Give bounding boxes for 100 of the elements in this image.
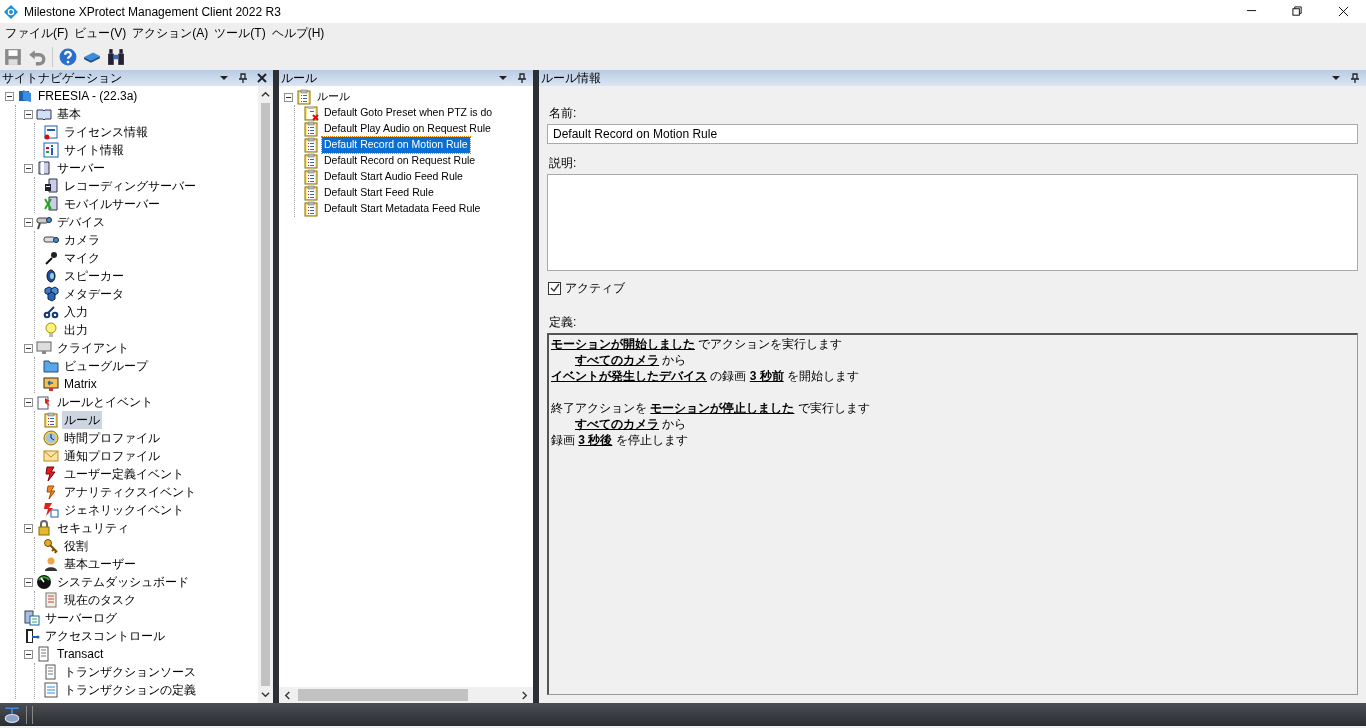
camera-icon (36, 214, 52, 230)
tree-item[interactable]: マイク (62, 249, 102, 267)
pane-title: ルール情報 (541, 70, 602, 87)
horizontal-scrollbar[interactable] (279, 687, 533, 703)
expander-toggle[interactable] (24, 163, 33, 173)
tree-item[interactable]: 入力 (62, 303, 90, 321)
keys-icon (43, 538, 59, 554)
lightning-icon (43, 502, 59, 518)
field-label: 名前: (549, 105, 578, 122)
tree-item[interactable]: ルール (315, 89, 352, 105)
scroll-right-icon[interactable] (520, 690, 529, 700)
tree-item[interactable]: 基本ユーザー (62, 555, 138, 573)
tree-item[interactable]: ライセンス情報 (62, 123, 150, 141)
menu-item[interactable]: ヘルプ(H) (268, 24, 328, 42)
expander-toggle[interactable] (24, 217, 33, 227)
tree-item[interactable]: デバイス (55, 213, 107, 231)
tree-item[interactable]: ユーザー定義イベント (62, 465, 186, 483)
tree-item[interactable]: Transact (55, 645, 106, 663)
pin-icon (517, 73, 527, 83)
restore-icon (1291, 6, 1303, 17)
expander-toggle[interactable] (284, 92, 293, 102)
field-label: 説明: (549, 155, 578, 172)
tree-item[interactable]: Default Record on Motion Rule (322, 137, 470, 153)
close-button[interactable] (254, 71, 270, 85)
expander-toggle[interactable] (24, 109, 33, 119)
help-button[interactable] (59, 47, 77, 66)
tree-item[interactable]: アクセスコントロール (43, 627, 167, 645)
tree-item[interactable]: 基本 (55, 105, 83, 123)
form-icon (43, 124, 59, 140)
tree-item[interactable]: ジェネリックイベント (62, 501, 186, 519)
tree-item[interactable]: ビューグループ (62, 357, 150, 375)
tree-item[interactable]: Default Start Audio Feed Rule (322, 169, 465, 185)
folder-icon (43, 358, 59, 374)
window-title: Milestone XProtect Management Client 2022 R3 (24, 3, 281, 21)
close-icon (1337, 6, 1349, 17)
tree-item[interactable]: 役割 (62, 537, 90, 555)
menu-item[interactable]: ビュー(V) (71, 24, 130, 42)
cubes-icon (43, 286, 59, 302)
tree-item[interactable]: スピーカー (62, 267, 126, 285)
dropdown-icon (1331, 73, 1341, 83)
tree-item[interactable]: トランザクションソース (62, 663, 198, 681)
menu-item[interactable]: ツール(T) (211, 24, 269, 42)
tree-item[interactable]: Matrix (62, 375, 99, 393)
server-icon (36, 160, 52, 176)
tree-item[interactable]: Default Play Audio on Request Rule (322, 121, 493, 137)
tree-item[interactable]: Default Goto Preset when PTZ is do (322, 105, 495, 121)
light-bulb-icon (43, 322, 59, 338)
tree-item[interactable]: モバイルサーバー (62, 195, 162, 213)
clock-icon (43, 430, 59, 446)
receipt-icon (36, 646, 52, 662)
speaker-icon (43, 268, 59, 284)
tree-item[interactable]: サーバー (55, 159, 107, 177)
lightning-icon (43, 466, 59, 482)
server-icon (43, 178, 59, 194)
tree-item[interactable]: 通知プロファイル (62, 447, 162, 465)
tree-item[interactable]: ルールとイベント (55, 393, 155, 411)
expander-toggle[interactable] (5, 91, 14, 101)
tree-item[interactable]: クライアント (55, 339, 131, 357)
vertical-scrollbar[interactable] (258, 86, 273, 703)
tree-item[interactable]: 出力 (62, 321, 90, 339)
monitor-icon (43, 376, 59, 392)
pane-title: ルール (281, 70, 318, 87)
tree-item[interactable]: サイト情報 (62, 141, 126, 159)
tree-item[interactable]: Default Start Metadata Feed Rule (322, 201, 483, 217)
tree-item[interactable]: システムダッシュボード (55, 573, 191, 591)
monitor-icon (36, 340, 52, 356)
binoculars-button[interactable] (107, 47, 125, 66)
tree-item[interactable]: ルール (62, 411, 102, 429)
expander-toggle[interactable] (24, 649, 33, 659)
tree-item[interactable]: サーバーログ (43, 609, 119, 627)
tree-item[interactable]: FREESIA - (22.3a) (36, 87, 140, 105)
menu-item[interactable]: アクション(A) (129, 24, 212, 42)
expander-toggle[interactable] (24, 397, 33, 407)
field-label: 定義: (549, 314, 578, 331)
tree-item[interactable]: レコーディングサーバー (62, 177, 198, 195)
scroll-left-icon[interactable] (283, 690, 292, 700)
definition-line: すべてのカメラ から (574, 416, 688, 432)
active-checkbox[interactable] (548, 281, 561, 295)
server-log-icon (24, 610, 40, 626)
pin-icon (1350, 73, 1360, 83)
tree-item[interactable]: トランザクションの定義 (62, 681, 198, 699)
tree-item[interactable]: セキュリティ (55, 519, 131, 537)
expander-toggle[interactable] (24, 523, 33, 533)
tree-item[interactable]: 時間プロファイル (62, 429, 162, 447)
scroll-up-icon[interactable] (261, 90, 270, 99)
tree-item[interactable]: Default Start Feed Rule (322, 185, 436, 201)
padlock-icon (36, 520, 52, 536)
expander-toggle[interactable] (24, 577, 33, 587)
server-icon (43, 196, 59, 212)
checkbox-label: アクティブ (565, 280, 625, 297)
tree-item[interactable]: カメラ (62, 231, 102, 249)
scroll-down-icon[interactable] (261, 690, 270, 699)
menu-item[interactable]: ファイル(F) (2, 24, 72, 42)
tree-item[interactable]: Default Record on Request Rule (322, 153, 478, 169)
expander-toggle[interactable] (24, 343, 33, 353)
tree-item[interactable]: アナリティクスイベント (62, 483, 198, 501)
name-field[interactable]: Default Record on Motion Rule (547, 124, 1358, 144)
description-field[interactable] (547, 174, 1358, 271)
tree-item[interactable]: 現在のタスク (62, 591, 138, 609)
tree-item[interactable]: メタデータ (62, 285, 126, 303)
